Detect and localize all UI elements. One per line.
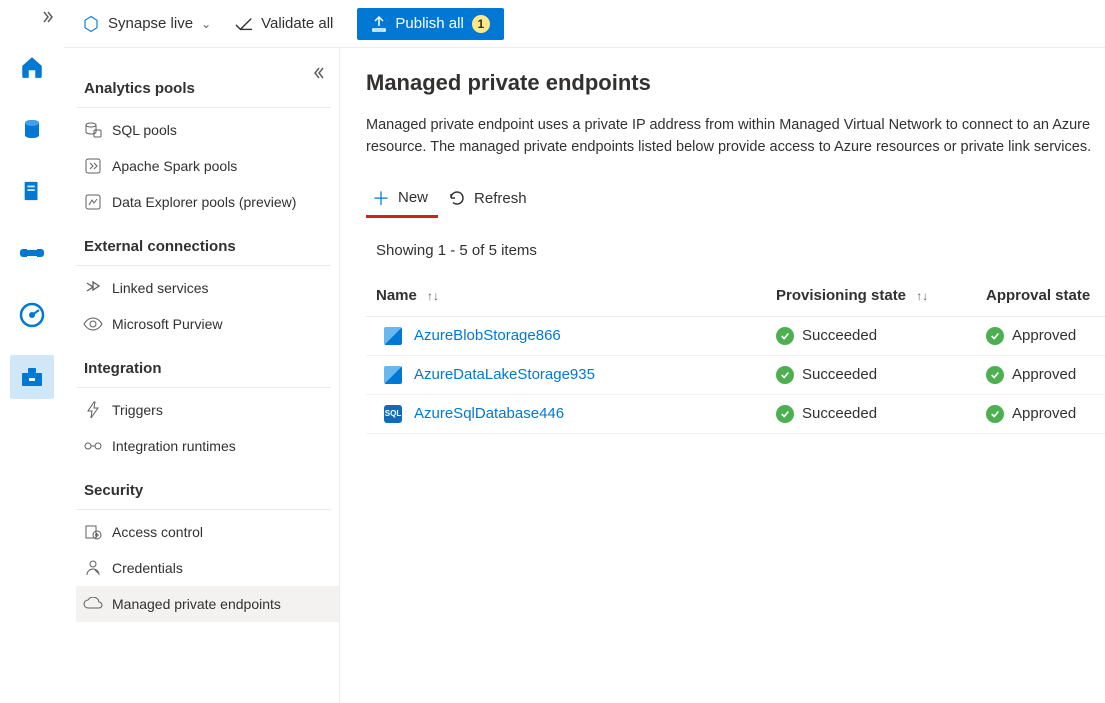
data-explorer-icon xyxy=(84,193,102,211)
sidebar-label: Credentials xyxy=(112,560,183,576)
sidebar-item-data-explorer-pools[interactable]: Data Explorer pools (preview) xyxy=(76,184,339,220)
credentials-icon xyxy=(84,559,102,577)
provisioning-status: Succeeded xyxy=(776,405,964,423)
refresh-icon xyxy=(448,189,466,207)
sidebar-label: Data Explorer pools (preview) xyxy=(112,194,296,210)
main-content: Managed private endpoints Managed privat… xyxy=(340,48,1105,703)
purview-icon xyxy=(84,315,102,333)
table-row: AzureBlobStorage866 Succeeded Approved xyxy=(366,316,1105,355)
table-row: AzureDataLakeStorage935 Succeeded Approved xyxy=(366,355,1105,394)
sidebar-item-linked-services[interactable]: Linked services xyxy=(76,270,339,306)
sidebar-item-sql-pools[interactable]: SQL pools xyxy=(76,112,339,148)
nav-monitor[interactable] xyxy=(10,293,54,337)
sidebar-label: Access control xyxy=(112,524,203,540)
left-icon-rail xyxy=(0,0,64,703)
nav-data[interactable] xyxy=(10,107,54,151)
publish-icon xyxy=(371,16,387,32)
success-icon xyxy=(986,366,1004,384)
linked-services-icon xyxy=(84,279,102,297)
access-control-icon xyxy=(84,523,102,541)
section-external-connections: External connections xyxy=(76,220,331,266)
sidebar-item-purview[interactable]: Microsoft Purview xyxy=(76,306,339,342)
section-integration: Integration xyxy=(76,342,331,388)
sidebar-item-spark-pools[interactable]: Apache Spark pools xyxy=(76,148,339,184)
nav-develop[interactable] xyxy=(10,169,54,213)
publish-all-button[interactable]: Publish all 1 xyxy=(357,8,503,40)
validate-icon xyxy=(235,16,253,32)
sql-pools-icon xyxy=(84,121,102,139)
plus-icon: ＋ xyxy=(372,185,390,211)
sidebar-label: Managed private endpoints xyxy=(112,596,281,612)
refresh-label: Refresh xyxy=(474,190,527,207)
table-row: SQL AzureSqlDatabase446 Succeeded Approved xyxy=(366,394,1105,433)
approval-status: Approved xyxy=(986,405,1093,423)
section-analytics-pools: Analytics pools xyxy=(76,62,331,108)
sidebar-label: Linked services xyxy=(112,280,209,296)
sidebar-label: Triggers xyxy=(112,402,163,418)
resource-icon: SQL xyxy=(384,405,402,423)
success-icon xyxy=(776,405,794,423)
sidebar-label: Microsoft Purview xyxy=(112,316,222,332)
sidebar-item-credentials[interactable]: Credentials xyxy=(76,550,339,586)
provisioning-status: Succeeded xyxy=(776,366,964,384)
manage-sidebar: Analytics pools SQL pools Apache Spark p… xyxy=(64,48,340,703)
endpoint-link[interactable]: AzureSqlDatabase446 xyxy=(414,405,564,422)
endpoint-link[interactable]: AzureDataLakeStorage935 xyxy=(414,366,595,383)
sidebar-collapse-icon[interactable] xyxy=(313,66,327,83)
col-name[interactable]: Name ↑↓ xyxy=(366,279,766,317)
private-endpoints-icon xyxy=(84,595,102,613)
triggers-icon xyxy=(84,401,102,419)
provisioning-status: Succeeded xyxy=(776,327,964,345)
sidebar-item-integration-runtimes[interactable]: Integration runtimes xyxy=(76,428,339,464)
resource-icon xyxy=(384,327,402,345)
synapse-live-label: Synapse live xyxy=(108,15,193,32)
publish-all-label: Publish all xyxy=(395,15,463,32)
nav-manage[interactable] xyxy=(10,355,54,399)
synapse-live-dropdown[interactable]: Synapse live ⌄ xyxy=(82,15,211,33)
endpoint-link[interactable]: AzureBlobStorage866 xyxy=(414,327,561,344)
sidebar-item-triggers[interactable]: Triggers xyxy=(76,392,339,428)
integration-runtimes-icon xyxy=(84,437,102,455)
page-title: Managed private endpoints xyxy=(366,70,1105,96)
success-icon xyxy=(986,405,1004,423)
synapse-icon xyxy=(82,15,100,33)
top-toolbar: Synapse live ⌄ Validate all Publish all … xyxy=(64,0,1105,48)
refresh-button[interactable]: Refresh xyxy=(442,183,537,213)
sidebar-label: Apache Spark pools xyxy=(112,158,237,174)
endpoints-table: Name ↑↓ Provisioning state ↑↓ Approval s… xyxy=(366,279,1105,434)
page-description: Managed private endpoint uses a private … xyxy=(366,114,1105,159)
showing-count: Showing 1 - 5 of 5 items xyxy=(366,242,1105,259)
sidebar-item-access-control[interactable]: Access control xyxy=(76,514,339,550)
sidebar-item-managed-private-endpoints[interactable]: Managed private endpoints xyxy=(76,586,339,622)
approval-status: Approved xyxy=(986,366,1093,384)
success-icon xyxy=(776,327,794,345)
action-bar: ＋ New Refresh xyxy=(366,179,1105,218)
success-icon xyxy=(776,366,794,384)
sort-icon: ↑↓ xyxy=(916,289,928,303)
approval-status: Approved xyxy=(986,327,1093,345)
resource-icon xyxy=(384,366,402,384)
col-provisioning[interactable]: Provisioning state ↑↓ xyxy=(766,279,976,317)
section-security: Security xyxy=(76,464,331,510)
nav-home[interactable] xyxy=(10,45,54,89)
rail-expand-icon[interactable] xyxy=(40,10,54,27)
nav-integrate[interactable] xyxy=(10,231,54,275)
success-icon xyxy=(986,327,1004,345)
sidebar-label: SQL pools xyxy=(112,122,177,138)
validate-all-button[interactable]: Validate all xyxy=(235,15,333,32)
sidebar-label: Integration runtimes xyxy=(112,438,236,454)
chevron-down-icon: ⌄ xyxy=(201,17,211,31)
spark-pools-icon xyxy=(84,157,102,175)
publish-count-badge: 1 xyxy=(472,15,490,33)
col-approval[interactable]: Approval state xyxy=(976,279,1105,317)
validate-all-label: Validate all xyxy=(261,15,333,32)
new-label: New xyxy=(398,189,428,206)
sort-icon: ↑↓ xyxy=(427,289,439,303)
new-button[interactable]: ＋ New xyxy=(366,179,438,218)
